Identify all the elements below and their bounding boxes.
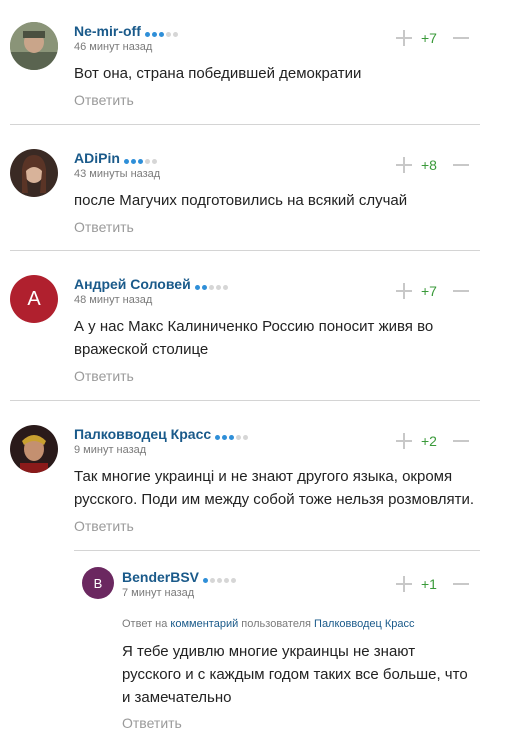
comment-text-line: и замечательно xyxy=(122,689,232,706)
avatar[interactable] xyxy=(10,425,58,473)
vote-score: +7 xyxy=(421,283,437,299)
comment-time: 46 минут назад xyxy=(74,41,153,53)
upvote-icon[interactable] xyxy=(396,433,412,449)
avatar[interactable]: B xyxy=(82,567,114,599)
vote-score: +2 xyxy=(421,433,437,449)
comment: Ne-mir-off 46 минут назад +7 Вот она, ст… xyxy=(0,0,516,124)
downvote-icon[interactable] xyxy=(453,157,469,173)
downvote-icon[interactable] xyxy=(453,30,469,46)
comment-text: Так многие украинці и не знают другого я… xyxy=(74,465,474,511)
comment-text: Я тебе удивлю многие украинцы не знают р… xyxy=(122,640,468,709)
rating-dots xyxy=(123,151,159,167)
downvote-icon[interactable] xyxy=(453,433,469,449)
comment: A Андрей Соловей 48 минут назад +7 А у н… xyxy=(0,250,516,400)
vote-score: +1 xyxy=(421,576,437,592)
upvote-icon[interactable] xyxy=(396,157,412,173)
comment: ADiPin 43 минуты назад +8 после Магучих … xyxy=(0,124,516,250)
comment: Палковводец Красс 9 минут назад +2 Так м… xyxy=(0,400,516,550)
upvote-icon[interactable] xyxy=(396,576,412,592)
comment-text-line: русского и с каждым годом таких все боль… xyxy=(122,666,468,683)
comment-text: Вот она, страна победившей демократии xyxy=(74,65,362,82)
reply-meta-prefix: Ответ на xyxy=(122,618,168,630)
rating-dots xyxy=(194,277,230,293)
user-photo-icon xyxy=(10,425,58,473)
reply-button[interactable]: Ответить xyxy=(74,368,134,384)
rating-dots xyxy=(203,570,238,586)
user-photo-icon xyxy=(10,149,58,197)
comment-text-line: Я тебе удивлю многие украинцы не знают xyxy=(122,643,416,660)
reply-button[interactable]: Ответить xyxy=(74,92,134,108)
vote-score: +7 xyxy=(421,30,437,46)
avatar[interactable]: A xyxy=(10,275,58,323)
downvote-icon[interactable] xyxy=(453,283,469,299)
comment-time: 7 минут назад xyxy=(122,587,195,599)
reply-meta-user-link[interactable]: Палковводец Красс xyxy=(314,618,414,630)
rating-dots xyxy=(144,24,180,40)
avatar[interactable] xyxy=(10,149,58,197)
comment-text: после Магучих подготовились на всякий сл… xyxy=(74,192,408,209)
reply-meta-comment-link[interactable]: комментарий xyxy=(170,618,238,630)
comment-text-line: вражеской столице xyxy=(74,341,209,358)
avatar[interactable] xyxy=(10,22,58,70)
author-name[interactable]: BenderBSV xyxy=(122,569,238,586)
rating-dots xyxy=(215,427,250,443)
comment-text: А у нас Макс Калиниченко Россию поносит … xyxy=(74,315,433,361)
author-name[interactable]: Палковводец Красс xyxy=(74,426,250,443)
comment-time: 9 минут назад xyxy=(74,444,147,456)
author-name[interactable]: ADiPin xyxy=(74,150,159,167)
comment-time: 43 минуты назад xyxy=(74,168,161,180)
reply-to-meta: Ответ на комментарий пользователя Палков… xyxy=(122,618,415,630)
comment-text-line: А у нас Макс Калиниченко Россию поносит … xyxy=(74,318,434,335)
comment-time: 48 минут назад xyxy=(74,294,153,306)
reply-button[interactable]: Ответить xyxy=(74,518,134,534)
reply-button[interactable]: Ответить xyxy=(122,715,182,731)
user-photo-icon xyxy=(10,22,58,70)
comment-text-line: русского. Поди им между собой тоже нельз… xyxy=(74,491,475,508)
upvote-icon[interactable] xyxy=(396,283,412,299)
vote-score: +8 xyxy=(421,157,437,173)
downvote-icon[interactable] xyxy=(453,576,469,592)
author-name[interactable]: Андрей Соловей xyxy=(74,276,230,293)
reply-meta-middle: пользователя xyxy=(241,618,311,630)
reply-button[interactable]: Ответить xyxy=(74,219,134,235)
upvote-icon[interactable] xyxy=(396,30,412,46)
nested-reply: B BenderBSV 7 минут назад +1 Ответ на ко… xyxy=(0,550,516,747)
author-name[interactable]: Ne-mir-off xyxy=(74,23,180,40)
comment-text-line: Так многие украинці и не знают другого я… xyxy=(74,468,453,485)
